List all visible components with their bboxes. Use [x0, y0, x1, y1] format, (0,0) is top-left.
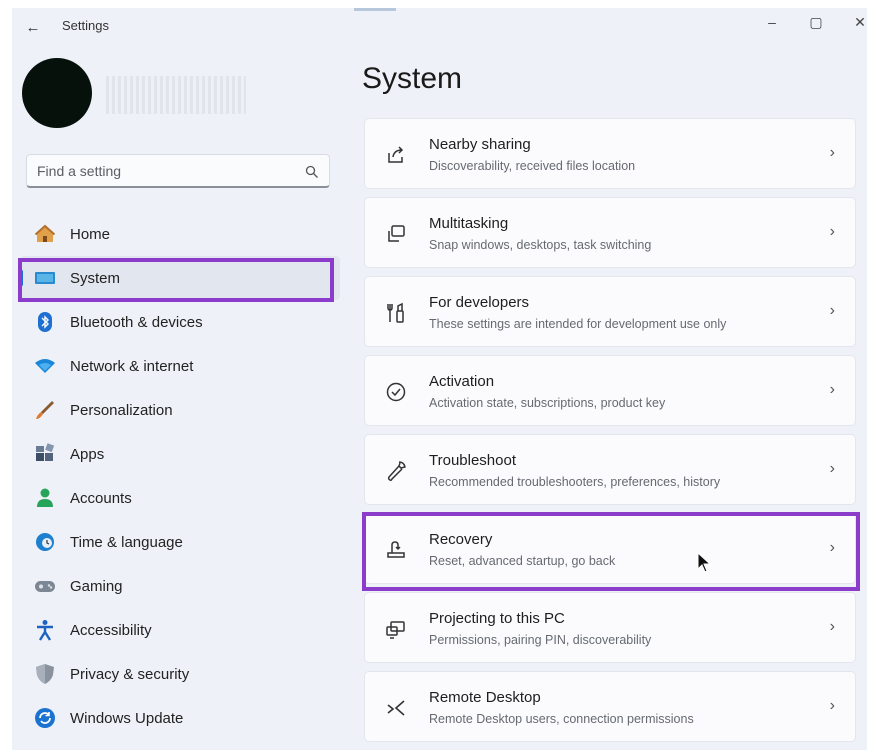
sidebar-item-windows-update[interactable]: Windows Update [20, 696, 340, 740]
sidebar-item-label: Bluetooth & devices [70, 313, 203, 331]
chevron-right-icon: › [829, 223, 835, 240]
person-icon [34, 487, 56, 509]
profile-name-blurred [106, 76, 246, 114]
card-title: Multitasking [429, 215, 509, 232]
card-title: Remote Desktop [429, 689, 541, 706]
card-description: Reset, advanced startup, go back [429, 554, 616, 568]
card-title: Activation [429, 373, 495, 390]
sidebar-item-apps[interactable]: Apps [20, 432, 340, 476]
search-box[interactable]: Find a setting [26, 154, 330, 188]
sidebar-item-network[interactable]: Network & internet [20, 344, 340, 388]
card-remote-desktop[interactable]: Remote Desktop Remote Desktop users, con… [364, 671, 856, 742]
card-description: Permissions, pairing PIN, discoverabilit… [429, 633, 652, 647]
close-button[interactable]: ✕ [840, 8, 867, 36]
wrench-icon [383, 458, 409, 484]
sidebar-item-label: Time & language [70, 533, 183, 551]
card-description: Discoverability, received files location [429, 159, 636, 173]
card-description: Remote Desktop users, connection permiss… [429, 712, 694, 726]
sidebar-item-label: Accounts [70, 489, 132, 507]
search-input[interactable]: Find a setting [37, 163, 121, 179]
sidebar-item-label: Accessibility [70, 621, 152, 639]
apps-icon [34, 443, 56, 465]
card-projecting[interactable]: Projecting to this PC Permissions, pairi… [364, 592, 856, 663]
shield-icon [34, 663, 56, 685]
sidebar-item-label: Privacy & security [70, 665, 190, 683]
sidebar-item-personalization[interactable]: Personalization [20, 388, 340, 432]
projecting-icon [383, 616, 409, 642]
mouse-cursor-icon [697, 552, 712, 573]
chevron-right-icon: › [829, 697, 835, 714]
update-icon [34, 707, 56, 729]
chevron-right-icon: › [829, 539, 835, 556]
app-title: Settings [62, 18, 109, 33]
card-multitasking[interactable]: Multitasking Snap windows, desktops, tas… [364, 197, 856, 268]
card-description: Activation state, subscriptions, product… [429, 396, 666, 410]
card-title: Recovery [429, 531, 493, 548]
share-icon [383, 142, 409, 168]
card-nearby-sharing[interactable]: Nearby sharing Discoverability, received… [364, 118, 856, 189]
chevron-right-icon: › [829, 144, 835, 161]
system-monitor-icon [34, 267, 56, 289]
check-circle-icon [383, 379, 409, 405]
accessibility-icon [34, 619, 56, 641]
settings-window: ← Settings – ▢ ✕ Find a setting Home Sys… [12, 8, 867, 750]
card-description: These settings are intended for developm… [429, 317, 727, 331]
avatar[interactable] [22, 58, 92, 128]
card-troubleshoot[interactable]: Troubleshoot Recommended troubleshooters… [364, 434, 856, 505]
chevron-right-icon: › [829, 618, 835, 635]
maximize-button[interactable]: ▢ [796, 8, 836, 36]
chevron-right-icon: › [829, 460, 835, 477]
bluetooth-icon [34, 311, 56, 333]
sidebar-item-home[interactable]: Home [20, 212, 340, 256]
sidebar-item-gaming[interactable]: Gaming [20, 564, 340, 608]
home-icon [34, 223, 56, 245]
minimize-button[interactable]: – [752, 8, 792, 36]
card-title: Projecting to this PC [429, 610, 565, 627]
developer-tools-icon [383, 300, 409, 326]
card-activation[interactable]: Activation Activation state, subscriptio… [364, 355, 856, 426]
sidebar-item-label: Home [70, 225, 111, 243]
title-accent-bar [354, 8, 396, 11]
sidebar-item-bluetooth[interactable]: Bluetooth & devices [20, 300, 340, 344]
card-description: Snap windows, desktops, task switching [429, 238, 652, 252]
card-title: For developers [429, 294, 530, 311]
search-icon[interactable] [305, 165, 319, 179]
card-description: Recommended troubleshooters, preferences… [429, 475, 721, 489]
sidebar-item-label: System [70, 269, 121, 287]
sidebar-item-accessibility[interactable]: Accessibility [20, 608, 340, 652]
sidebar-item-time-language[interactable]: Time & language [20, 520, 340, 564]
settings-card-list: Nearby sharing Discoverability, received… [364, 118, 856, 750]
title-bar: ← Settings – ▢ ✕ [12, 8, 867, 44]
remote-desktop-icon [383, 695, 409, 721]
chevron-right-icon: › [829, 381, 835, 398]
card-title: Troubleshoot [429, 452, 516, 469]
sidebar-item-label: Windows Update [70, 709, 184, 727]
sidebar-item-accounts[interactable]: Accounts [20, 476, 340, 520]
sidebar-item-label: Personalization [70, 401, 173, 419]
globe-clock-icon [34, 531, 56, 553]
page-title: System [362, 62, 463, 95]
sidebar-item-label: Gaming [70, 577, 123, 595]
sidebar-item-label: Apps [70, 445, 105, 463]
card-title: Nearby sharing [429, 136, 531, 153]
back-button[interactable]: ← [22, 16, 44, 38]
brush-icon [34, 399, 56, 421]
chevron-right-icon: › [829, 302, 835, 319]
sidebar-item-label: Network & internet [70, 357, 194, 375]
wifi-icon [34, 355, 56, 377]
sidebar-item-privacy-security[interactable]: Privacy & security [20, 652, 340, 696]
sidebar-item-system[interactable]: System [20, 256, 340, 300]
multitasking-icon [383, 221, 409, 247]
gamepad-icon [34, 575, 56, 597]
card-recovery[interactable]: Recovery Reset, advanced startup, go bac… [364, 513, 856, 584]
card-for-developers[interactable]: For developers These settings are intend… [364, 276, 856, 347]
sidebar-nav: Home System Bluetooth & devices Network … [20, 212, 340, 740]
recovery-icon [383, 537, 409, 563]
